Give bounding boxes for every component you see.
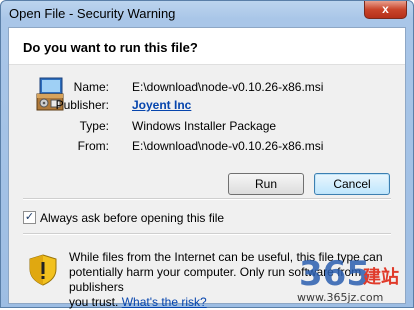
publisher-label: Publisher:: [55, 98, 109, 112]
whats-the-risk-link[interactable]: What's the risk?: [122, 295, 207, 309]
cancel-button[interactable]: Cancel: [314, 173, 390, 195]
name-label: Name:: [73, 80, 109, 94]
svg-text:365: 365: [299, 254, 370, 294]
run-button[interactable]: Run: [228, 173, 304, 195]
always-ask-checkbox[interactable]: ✓: [23, 211, 36, 224]
divider-bottom: [23, 233, 391, 235]
from-value: E:\download\node-v0.10.26-x86.msi: [132, 139, 324, 153]
publisher-link[interactable]: Joyent Inc: [132, 98, 191, 112]
svg-text:建站: 建站: [363, 266, 399, 288]
always-ask-label[interactable]: Always ask before opening this file: [40, 211, 224, 225]
dialog-header: Do you want to run this file?: [9, 28, 405, 65]
type-row: Type: Windows Installer Package: [9, 119, 405, 135]
close-icon: x: [382, 2, 389, 16]
warning-line-3-prefix: you trust.: [69, 295, 119, 309]
dialog-question: Do you want to run this file?: [23, 40, 198, 55]
divider-top: [23, 198, 391, 200]
shield-warning-icon: [29, 254, 57, 286]
checkmark-icon: ✓: [24, 211, 35, 223]
close-button[interactable]: x: [364, 1, 407, 19]
type-label: Type:: [79, 119, 109, 133]
watermark-url: www.365jz.com: [297, 291, 384, 304]
publisher-row: Publisher: Joyent Inc: [9, 98, 405, 114]
from-label: From:: [77, 139, 109, 153]
from-row: From: E:\download\node-v0.10.26-x86.msi: [9, 139, 405, 155]
name-row: Name: E:\download\node-v0.10.26-x86.msi: [9, 80, 405, 96]
name-value: E:\download\node-v0.10.26-x86.msi: [132, 80, 324, 94]
title-bar[interactable]: Open File - Security Warning x: [1, 1, 413, 27]
security-warning-window: Open File - Security Warning x Do you wa…: [0, 0, 414, 309]
window-title: Open File - Security Warning: [9, 6, 176, 21]
type-value: Windows Installer Package: [132, 119, 277, 133]
